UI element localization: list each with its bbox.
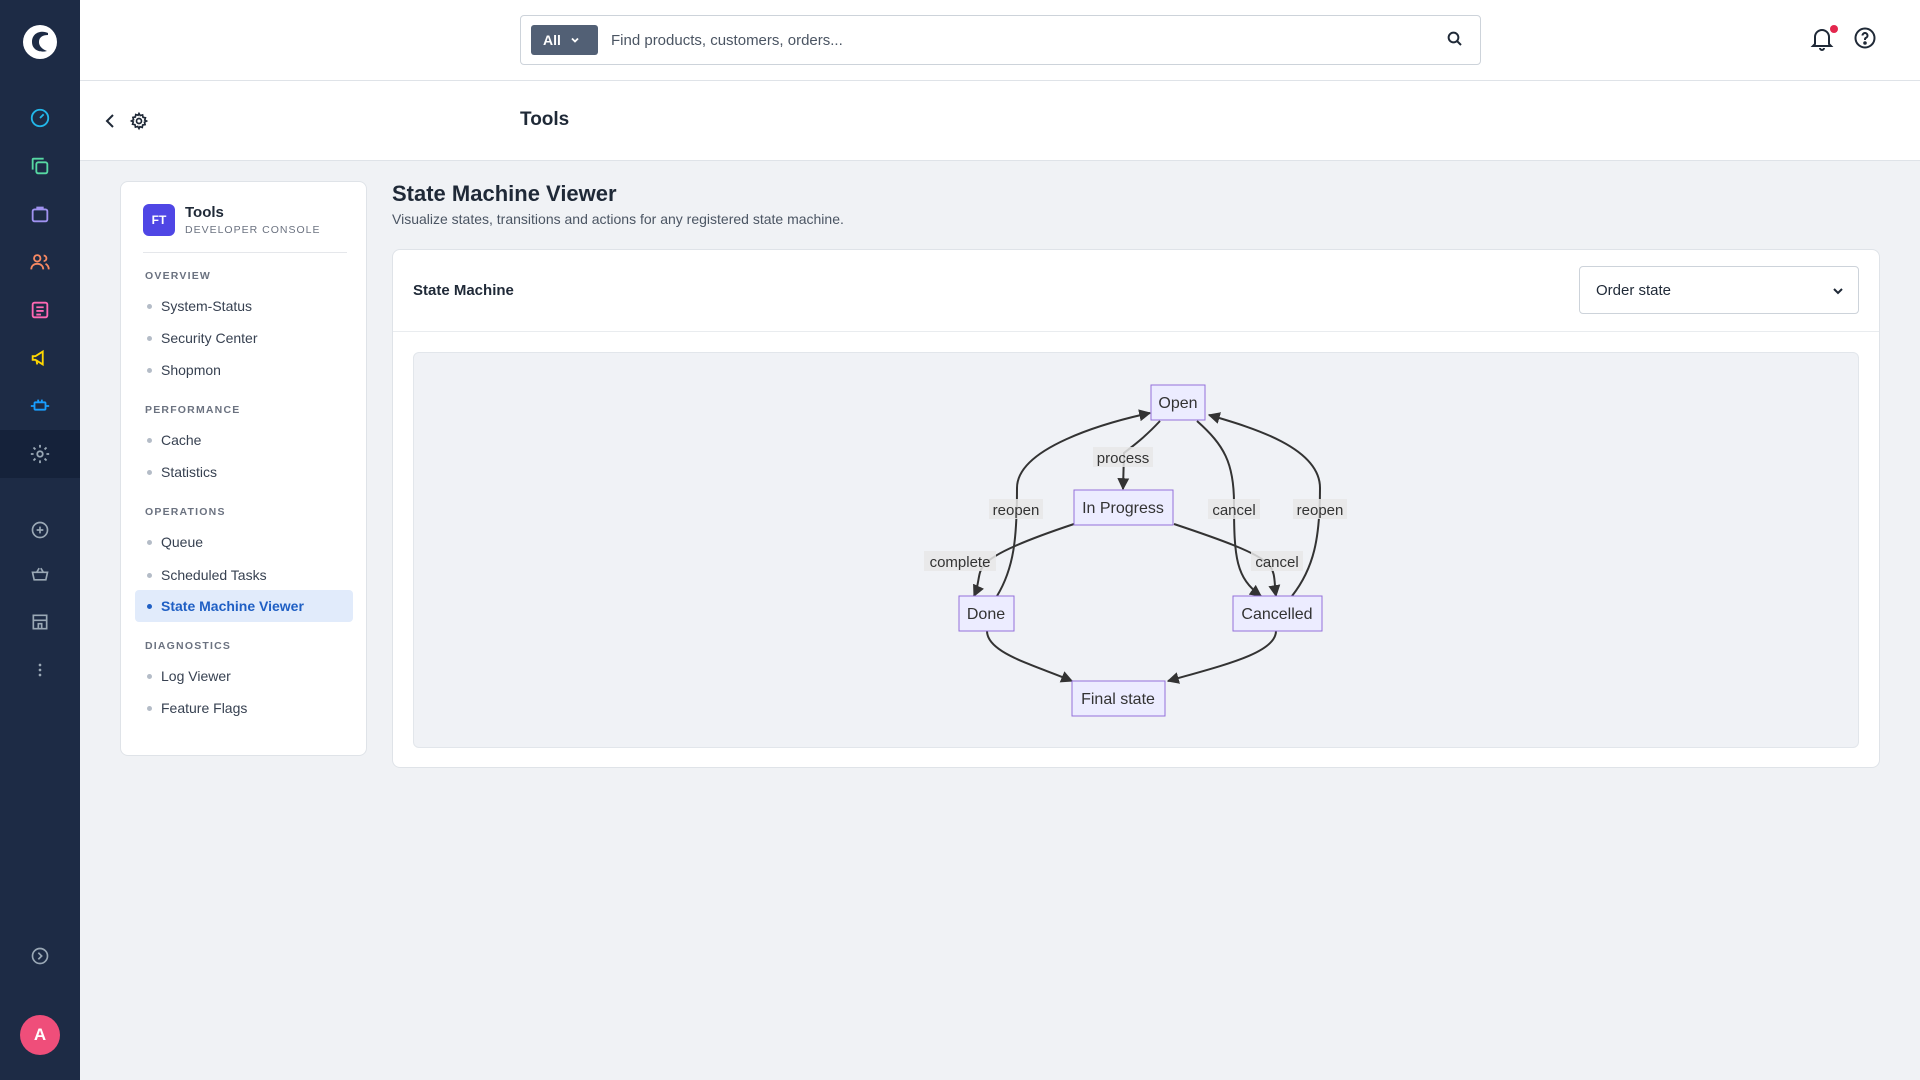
notification-dot (1830, 25, 1838, 33)
state-machine-panel: State Machine Order state process reopen… (392, 249, 1880, 768)
state-node-open-label: Open (1158, 395, 1197, 412)
edge-done-final (986, 630, 1074, 683)
more-icon[interactable] (20, 650, 60, 690)
edge-label-complete: complete (924, 551, 996, 571)
nav-item-log-viewer[interactable]: Log Viewer (135, 660, 353, 692)
section-performance: PERFORMANCE (145, 404, 241, 416)
shopware-logo-icon[interactable] (20, 22, 60, 62)
chevron-down-icon (571, 37, 579, 43)
nav-item-system-status[interactable]: System-Status (135, 290, 353, 322)
extensions-icon[interactable] (20, 386, 60, 426)
state-node-in-progress-label: In Progress (1082, 500, 1164, 517)
brand-subtitle: DEVELOPER CONSOLE (185, 224, 321, 236)
expand-icon[interactable] (20, 936, 60, 976)
nav-item-statistics[interactable]: Statistics (135, 456, 353, 488)
page-title: Tools (520, 109, 570, 130)
state-diagram-canvas: process reopen cancel reopen complete ca… (413, 352, 1859, 748)
help-icon[interactable] (1853, 26, 1877, 50)
panel-label: State Machine (413, 282, 514, 299)
state-machine-select[interactable]: Order state (1579, 266, 1859, 314)
customers-icon[interactable] (20, 242, 60, 282)
edge-label-cancel-open-text: cancel (1212, 502, 1255, 519)
nav-item-scheduled-tasks[interactable]: Scheduled Tasks (135, 559, 353, 591)
marketing-icon[interactable] (20, 338, 60, 378)
section-diagnostics: DIAGNOSTICS (145, 640, 232, 652)
chevron-left-icon[interactable] (100, 111, 120, 131)
app-rail: A (0, 0, 80, 1080)
edge-label-reopen-done-text: reopen (993, 502, 1040, 519)
brand-badge: FT (143, 204, 175, 236)
viewer-title: State Machine Viewer (392, 181, 617, 206)
page-header: Tools (80, 81, 1920, 161)
section-overview: OVERVIEW (145, 270, 212, 282)
state-diagram: process reopen cancel reopen complete ca… (924, 384, 1347, 717)
chevron-down-icon (1833, 288, 1843, 295)
search-scope-dropdown[interactable]: All (531, 25, 598, 55)
nav-item-feature-flags[interactable]: Feature Flags (135, 692, 353, 724)
global-search: All (520, 15, 1481, 65)
state-node-open[interactable]: Open (1150, 384, 1206, 421)
state-node-done[interactable]: Done (958, 595, 1015, 632)
search-input[interactable] (611, 26, 1411, 54)
nav-item-cache[interactable]: Cache (135, 424, 353, 456)
edge-label-cancel-progress-text: cancel (1255, 554, 1298, 571)
state-node-final[interactable]: Final state (1071, 680, 1166, 717)
catalogues-icon[interactable] (20, 146, 60, 186)
section-operations: OPERATIONS (145, 506, 226, 518)
brand-name: Tools (185, 204, 224, 221)
state-node-in-progress[interactable]: In Progress (1073, 489, 1174, 526)
edge-cancelled-final (1166, 630, 1277, 684)
search-scope-label: All (543, 32, 561, 48)
divider (143, 252, 347, 253)
settings-icon[interactable] (0, 430, 80, 478)
tools-sidenav: FT Tools DEVELOPER CONSOLE OVERVIEW Syst… (120, 181, 367, 756)
sales-channel-basket-icon[interactable] (20, 554, 60, 594)
edge-label-reopen-cancelled-text: reopen (1297, 502, 1344, 519)
selected-state-machine: Order state (1596, 281, 1672, 299)
nav-item-security-center[interactable]: Security Center (135, 322, 353, 354)
edge-label-reopen-cancelled: reopen (1293, 499, 1347, 519)
state-node-final-label: Final state (1081, 691, 1155, 708)
nav-item-state-machine-viewer[interactable]: State Machine Viewer (135, 590, 353, 622)
nav-item-shopmon[interactable]: Shopmon (135, 354, 353, 386)
user-avatar[interactable]: A (20, 1015, 60, 1055)
store-icon[interactable] (20, 602, 60, 642)
viewer-subtitle: Visualize states, transitions and action… (392, 211, 844, 227)
edge-label-process-text: process (1097, 450, 1150, 467)
state-node-done-label: Done (967, 606, 1005, 623)
content-icon[interactable] (20, 290, 60, 330)
search-icon[interactable] (1446, 30, 1464, 48)
edge-label-cancel-progress: cancel (1251, 551, 1303, 571)
nav-item-queue[interactable]: Queue (135, 526, 353, 558)
edge-label-complete-text: complete (930, 554, 991, 571)
state-node-cancelled-label: Cancelled (1241, 606, 1312, 623)
panel-header: State Machine Order state (393, 250, 1879, 332)
orders-icon[interactable] (20, 194, 60, 234)
edge-label-reopen-done: reopen (989, 499, 1043, 519)
edge-label-process: process (1093, 447, 1153, 467)
edge-label-cancel-open: cancel (1208, 499, 1260, 519)
gear-icon[interactable] (129, 111, 149, 131)
add-icon[interactable] (20, 510, 60, 550)
state-node-cancelled[interactable]: Cancelled (1232, 595, 1323, 632)
dashboard-icon[interactable] (20, 98, 60, 138)
top-bar: All (80, 0, 1920, 81)
